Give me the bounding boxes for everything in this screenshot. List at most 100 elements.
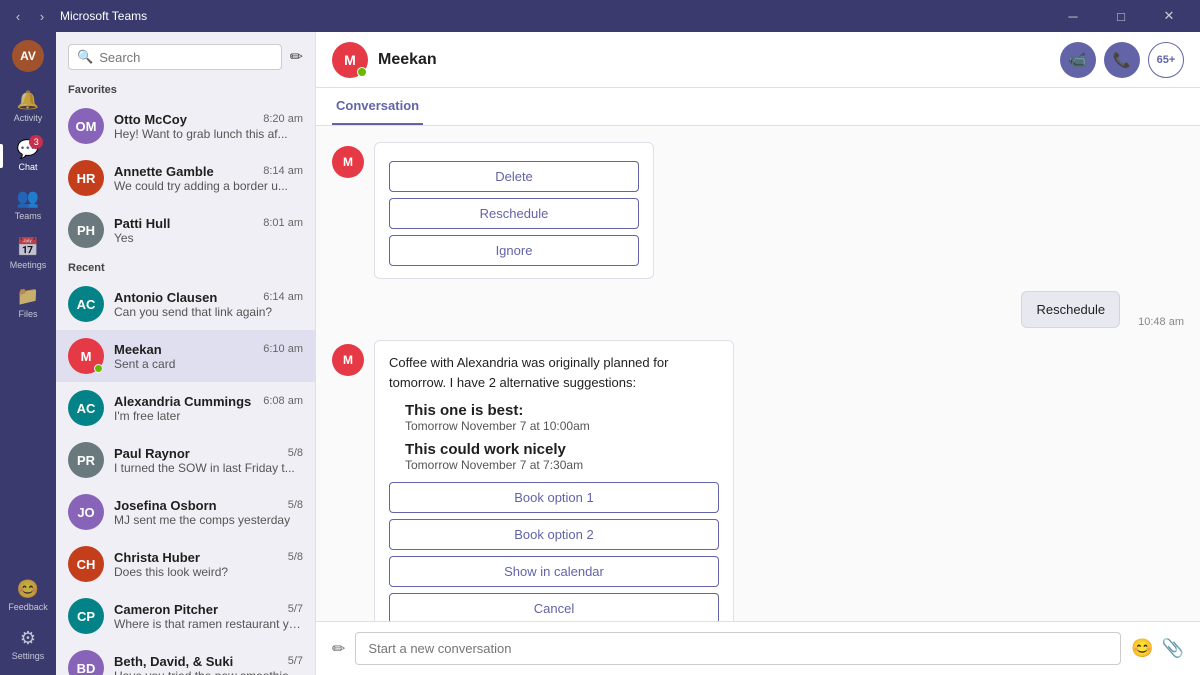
list-item[interactable]: HR Annette Gamble 8:14 am We could try a… xyxy=(56,152,315,204)
sidebar-item-files[interactable]: 📁 Files xyxy=(0,280,56,325)
maximize-button[interactable]: □ xyxy=(1098,0,1144,32)
sidebar-item-feedback[interactable]: 😊 Feedback xyxy=(8,573,48,618)
list-item[interactable]: JO Josefina Osborn 5/8 MJ sent me the co… xyxy=(56,486,315,538)
favorites-label: Favorites xyxy=(56,78,315,100)
app-title: Microsoft Teams xyxy=(60,9,147,23)
card2-intro: Coffee with Alexandria was originally pl… xyxy=(389,353,719,392)
new-chat-icon[interactable]: ✏ xyxy=(290,47,303,67)
avatar: CH xyxy=(68,546,104,582)
avatar: AC xyxy=(68,390,104,426)
book-option1-button[interactable]: Book option 1 xyxy=(389,482,719,513)
emoji-button[interactable]: 😊 xyxy=(1131,638,1153,659)
window-controls: ─ □ ✕ xyxy=(1050,0,1192,32)
list-item[interactable]: AC Antonio Clausen 6:14 am Can you send … xyxy=(56,278,315,330)
option2-sub: Tomorrow November 7 at 7:30am xyxy=(405,458,719,472)
chat-info: Annette Gamble 8:14 am We could try addi… xyxy=(114,164,303,193)
chat-info: Paul Raynor 5/8 I turned the SOW in last… xyxy=(114,446,303,475)
message-row: M Delete Reschedule Ignore xyxy=(332,142,1184,279)
list-item[interactable]: PR Paul Raynor 5/8 I turned the SOW in l… xyxy=(56,434,315,486)
list-item[interactable]: CH Christa Huber 5/8 Does this look weir… xyxy=(56,538,315,590)
feedback-icon: 😊 xyxy=(17,579,39,600)
cancel-button[interactable]: Cancel xyxy=(389,593,719,621)
list-item: This could work nicely Tomorrow November… xyxy=(405,441,719,472)
delete-button[interactable]: Delete xyxy=(389,161,639,192)
avatar: BD xyxy=(68,650,104,675)
option1-sub: Tomorrow November 7 at 10:00am xyxy=(405,419,719,433)
list-item: This one is best: Tomorrow November 7 at… xyxy=(405,402,719,433)
meetings-icon: 📅 xyxy=(17,237,39,258)
title-bar: ‹ › Microsoft Teams ─ □ ✕ xyxy=(0,0,1200,32)
settings-icon: ⚙ xyxy=(20,628,36,649)
files-icon: 📁 xyxy=(17,286,39,307)
book-option2-button[interactable]: Book option 2 xyxy=(389,519,719,550)
avatar: PR xyxy=(68,442,104,478)
tab-conversation[interactable]: Conversation xyxy=(332,88,423,125)
option1-title: This one is best: xyxy=(405,402,719,419)
chat-badge: 3 xyxy=(29,135,43,149)
sent-message-reschedule: Reschedule xyxy=(1021,291,1120,328)
chat-info: Josefina Osborn 5/8 MJ sent me the comps… xyxy=(114,498,303,527)
chat-info: Antonio Clausen 6:14 am Can you send tha… xyxy=(114,290,303,319)
list-item[interactable]: OM Otto McCoy 8:20 am Hey! Want to grab … xyxy=(56,100,315,152)
minimize-button[interactable]: ─ xyxy=(1050,0,1096,32)
message-row: M Coffee with Alexandria was originally … xyxy=(332,340,1184,621)
list-item[interactable]: CP Cameron Pitcher 5/7 Where is that ram… xyxy=(56,590,315,642)
chat-header-avatar: M xyxy=(332,42,368,78)
sidebar-item-teams[interactable]: 👥 Teams xyxy=(0,182,56,227)
message-time: 10:48 am xyxy=(1138,316,1184,328)
list-item[interactable]: PH Patti Hull 8:01 am Yes xyxy=(56,204,315,256)
chat-info: Cameron Pitcher 5/7 Where is that ramen … xyxy=(114,602,303,631)
close-button[interactable]: ✕ xyxy=(1146,0,1192,32)
search-input[interactable] xyxy=(99,50,272,65)
list-item-meekan[interactable]: M Meekan 6:10 am Sent a card xyxy=(56,330,315,382)
sidebar-item-meetings[interactable]: 📅 Meetings xyxy=(0,231,56,276)
attach-button[interactable]: 📎 xyxy=(1162,638,1184,659)
options-list: This one is best: Tomorrow November 7 at… xyxy=(389,402,719,472)
header-actions: 📹 📞 65+ xyxy=(1060,42,1184,78)
chat-info: Otto McCoy 8:20 am Hey! Want to grab lun… xyxy=(114,112,303,141)
list-item[interactable]: BD Beth, David, & Suki 5/7 Have you trie… xyxy=(56,642,315,675)
chat-info: Alexandria Cummings 6:08 am I'm free lat… xyxy=(114,394,303,423)
recent-label: Recent xyxy=(56,256,315,278)
audio-call-button[interactable]: 📞 xyxy=(1104,42,1140,78)
left-rail: AV 🔔 Activity 💬 3 Chat 👥 Teams 📅 Meeting… xyxy=(0,32,56,675)
message-input[interactable] xyxy=(355,632,1121,665)
title-bar-left: ‹ › Microsoft Teams xyxy=(8,6,147,26)
message-input-area: ✏ 😊 📎 xyxy=(316,621,1200,675)
sidebar-item-settings[interactable]: ⚙ Settings xyxy=(8,622,48,667)
chat-info: Christa Huber 5/8 Does this look weird? xyxy=(114,550,303,579)
sidebar: 🔍 ✏ Favorites OM Otto McCoy 8:20 am Hey!… xyxy=(56,32,316,675)
chat-info: Beth, David, & Suki 5/7 Have you tried t… xyxy=(114,654,303,675)
main-content: M Meekan 📹 📞 65+ Conversation M Delete R… xyxy=(316,32,1200,675)
search-box[interactable]: 🔍 xyxy=(68,44,282,70)
nav-forward-button[interactable]: › xyxy=(32,6,52,26)
input-actions: 😊 📎 xyxy=(1131,638,1184,659)
participants-button[interactable]: 65+ xyxy=(1148,42,1184,78)
avatar: CP xyxy=(68,598,104,634)
message-card-1: Delete Reschedule Ignore xyxy=(374,142,654,279)
list-item[interactable]: AC Alexandria Cummings 6:08 am I'm free … xyxy=(56,382,315,434)
app-container: AV 🔔 Activity 💬 3 Chat 👥 Teams 📅 Meeting… xyxy=(0,32,1200,675)
avatar: JO xyxy=(68,494,104,530)
avatar: HR xyxy=(68,160,104,196)
message-card-2: Coffee with Alexandria was originally pl… xyxy=(374,340,734,621)
chat-icon: 💬 3 xyxy=(17,139,39,160)
avatar: AC xyxy=(68,286,104,322)
bot-avatar: M xyxy=(332,146,364,178)
avatar: PH xyxy=(68,212,104,248)
chat-header: M Meekan 📹 📞 65+ xyxy=(316,32,1200,88)
messages-area: M Delete Reschedule Ignore Reschedule 10… xyxy=(316,126,1200,621)
reschedule-button[interactable]: Reschedule xyxy=(389,198,639,229)
show-calendar-button[interactable]: Show in calendar xyxy=(389,556,719,587)
ignore-button[interactable]: Ignore xyxy=(389,235,639,266)
avatar[interactable]: AV xyxy=(12,40,44,72)
sidebar-item-activity[interactable]: 🔔 Activity xyxy=(0,84,56,129)
video-call-button[interactable]: 📹 xyxy=(1060,42,1096,78)
chat-header-name: Meekan xyxy=(378,51,437,69)
sidebar-item-chat[interactable]: 💬 3 Chat xyxy=(0,133,56,178)
bot-avatar: M xyxy=(332,344,364,376)
nav-back-button[interactable]: ‹ xyxy=(8,6,28,26)
avatar: M xyxy=(68,338,104,374)
avatar: OM xyxy=(68,108,104,144)
rail-bottom: 😊 Feedback ⚙ Settings xyxy=(8,573,48,667)
